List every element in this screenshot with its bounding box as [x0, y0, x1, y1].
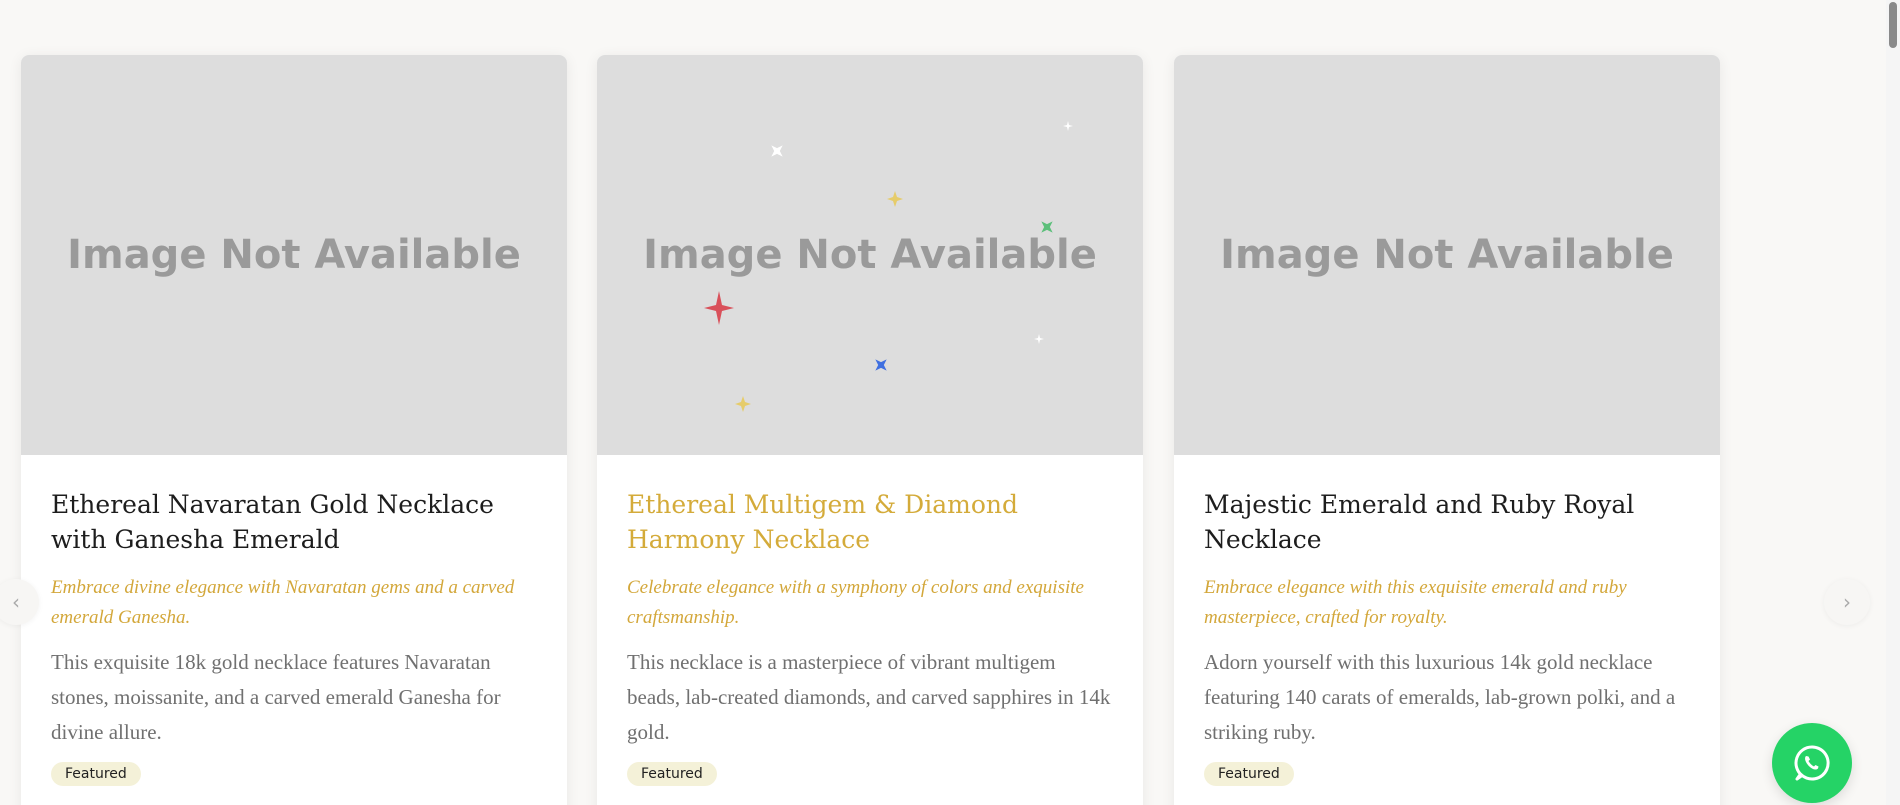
sparkle-icon: [875, 359, 887, 371]
sparkle-icon: [735, 396, 751, 412]
product-card[interactable]: Image Not Available Majestic Emerald and…: [1174, 55, 1720, 805]
product-card[interactable]: Image Not Available Ethereal Navaratan G…: [21, 55, 567, 805]
product-image[interactable]: Image Not Available: [1174, 55, 1720, 455]
image-placeholder-text: Image Not Available: [1220, 232, 1674, 278]
product-description: This exquisite 18k gold necklace feature…: [51, 650, 501, 744]
product-title[interactable]: Ethereal Multigem & Diamond Harmony Neck…: [627, 487, 1113, 559]
whatsapp-button[interactable]: [1772, 723, 1852, 803]
sparkle-icon: [1034, 334, 1044, 344]
product-title[interactable]: Majestic Emerald and Ruby Royal Necklace: [1204, 487, 1690, 559]
product-title[interactable]: Ethereal Navaratan Gold Necklace with Ga…: [51, 487, 537, 559]
chevron-left-icon: ‹: [12, 590, 20, 614]
product-card-body: Ethereal Multigem & Diamond Harmony Neck…: [597, 455, 1143, 786]
sparkle-icon: [771, 145, 783, 157]
featured-badge: Featured: [51, 762, 141, 786]
whatsapp-icon: [1794, 745, 1830, 781]
featured-badge: Featured: [1204, 762, 1294, 786]
image-placeholder-text: Image Not Available: [643, 232, 1097, 278]
product-card-body: Majestic Emerald and Ruby Royal Necklace…: [1174, 455, 1720, 786]
page: Image Not Available Ethereal Navaratan G…: [0, 0, 1900, 805]
featured-badge: Featured: [627, 762, 717, 786]
chevron-right-icon: ›: [1843, 590, 1851, 614]
product-card[interactable]: Image Not Available Ethereal Multigem & …: [597, 55, 1143, 805]
page-scrollbar[interactable]: [1886, 0, 1900, 805]
carousel-next-button[interactable]: ›: [1824, 579, 1870, 625]
image-placeholder-text: Image Not Available: [67, 232, 521, 278]
product-tagline: Embrace divine elegance with Navaratan g…: [51, 577, 515, 628]
sparkle-icon: [704, 291, 734, 325]
product-description: Adorn yourself with this luxurious 14k g…: [1204, 650, 1676, 744]
product-tagline: Celebrate elegance with a symphony of co…: [627, 577, 1084, 628]
product-image[interactable]: Image Not Available: [21, 55, 567, 455]
scrollbar-thumb[interactable]: [1889, 2, 1897, 48]
product-tagline: Embrace elegance with this exquisite eme…: [1204, 577, 1627, 628]
product-card-body: Ethereal Navaratan Gold Necklace with Ga…: [21, 455, 567, 786]
sparkle-icon: [1063, 121, 1073, 131]
sparkle-icon: [887, 191, 903, 207]
product-image[interactable]: Image Not Available: [597, 55, 1143, 455]
product-description: This necklace is a masterpiece of vibran…: [627, 650, 1111, 744]
